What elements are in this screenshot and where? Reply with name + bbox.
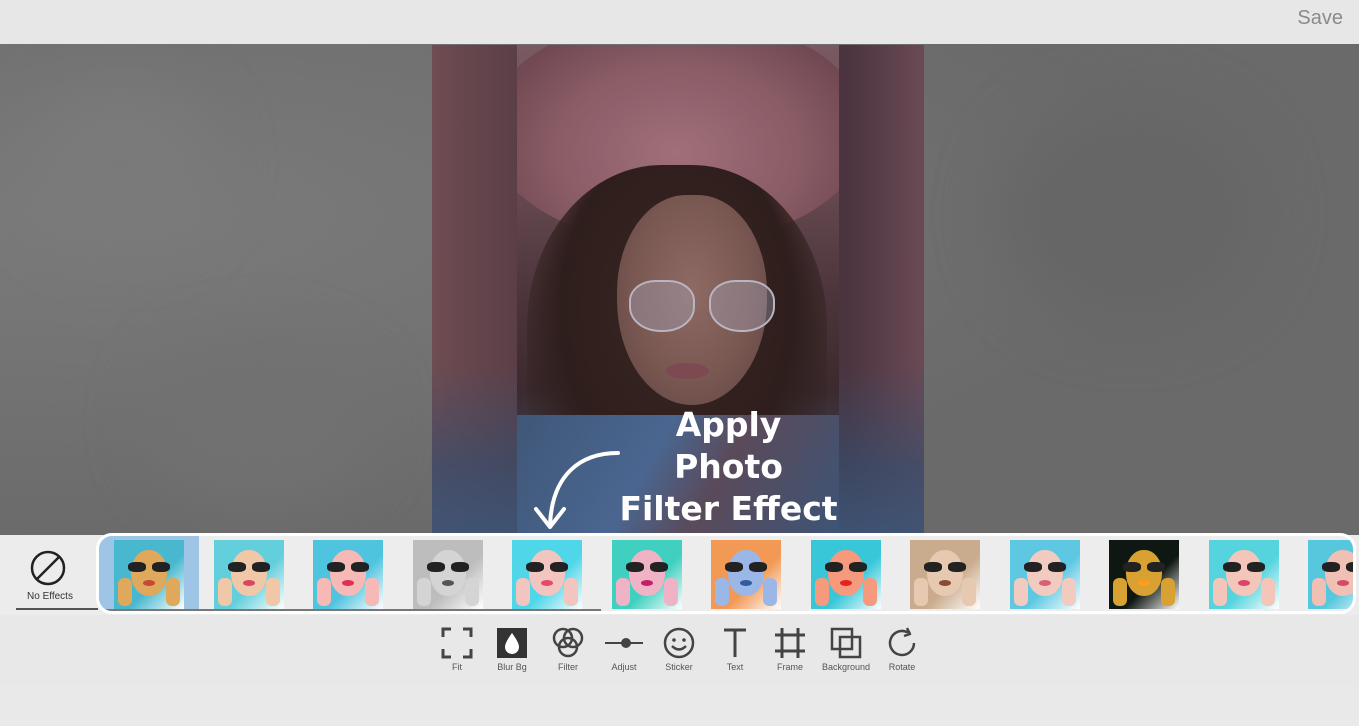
sunglasses xyxy=(1023,562,1066,572)
no-effects-button[interactable]: No Effects xyxy=(16,540,98,610)
sunglasses xyxy=(725,562,767,572)
smiley-icon xyxy=(663,627,695,659)
save-button[interactable]: Save xyxy=(1297,7,1343,30)
sunglasses xyxy=(426,562,469,572)
filter-thumbnail-1[interactable] xyxy=(114,540,184,609)
no-effect-icon xyxy=(30,550,66,586)
filter-thumbnail-10[interactable] xyxy=(1009,540,1080,609)
sunglasses xyxy=(327,562,369,572)
lips xyxy=(665,363,709,379)
sunglasses xyxy=(128,562,170,572)
tool-label: Adjust xyxy=(611,662,637,672)
tool-background[interactable]: Background xyxy=(818,622,874,676)
filter-circles-icon xyxy=(552,627,584,658)
glasses-left-lens xyxy=(629,280,695,332)
filter-thumbnail-3[interactable] xyxy=(313,540,383,609)
frame-icon xyxy=(775,628,805,658)
tool-label: Filter xyxy=(558,662,578,672)
filter-thumbnail-12[interactable] xyxy=(1208,540,1279,609)
filter-thumbnail-6[interactable] xyxy=(611,540,682,609)
tool-frame[interactable]: Frame xyxy=(762,622,818,676)
tool-label: Rotate xyxy=(888,662,916,672)
tool-label: Text xyxy=(726,662,744,672)
sunglasses xyxy=(625,562,668,572)
text-icon xyxy=(724,628,746,657)
sunglasses xyxy=(924,562,966,572)
adjust-slider-icon xyxy=(605,638,643,648)
sunglasses xyxy=(526,562,568,572)
tool-fit[interactable]: Fit xyxy=(429,622,485,676)
promo-caption: Apply Photo Filter Effect xyxy=(616,404,841,530)
sunglasses xyxy=(1222,562,1265,572)
sunglasses xyxy=(1322,562,1353,572)
tool-rotate[interactable]: Rotate xyxy=(874,622,930,676)
filter-thumbnail-11[interactable] xyxy=(1109,540,1179,609)
filter-thumbnail-8[interactable] xyxy=(810,540,881,609)
top-bar: Save xyxy=(0,0,1359,44)
tool-label: Background xyxy=(821,662,871,672)
filter-thumbnail-2[interactable] xyxy=(213,540,284,609)
sunglasses xyxy=(1123,562,1165,572)
tool-label: Blur Bg xyxy=(497,662,527,672)
caption-line-2: Filter Effect xyxy=(619,489,838,528)
tool-filter[interactable]: Filter xyxy=(540,622,596,676)
sunglasses xyxy=(227,562,270,572)
filter-thumbnail-5[interactable] xyxy=(512,540,582,609)
filter-thumbnail-9[interactable] xyxy=(910,540,980,609)
tool-sticker[interactable]: Sticker xyxy=(651,622,707,676)
layers-icon xyxy=(830,627,862,659)
no-effects-label: No Effects xyxy=(27,591,73,602)
sunglasses xyxy=(824,562,867,572)
rotate-icon xyxy=(888,627,916,657)
caption-line-1: Apply Photo xyxy=(674,405,783,486)
tool-label: Fit xyxy=(452,662,462,672)
filter-thumbnails-row[interactable] xyxy=(96,533,1356,614)
filter-thumbnail-7[interactable] xyxy=(711,540,781,609)
blur-drop-icon xyxy=(497,628,527,658)
curved-arrow-icon xyxy=(534,451,620,529)
tool-label: Sticker xyxy=(665,662,693,672)
glasses-right-lens xyxy=(709,280,775,332)
filter-thumbnail-13[interactable] xyxy=(1308,540,1353,609)
tool-label: Frame xyxy=(776,662,803,672)
fit-icon xyxy=(441,627,473,659)
filter-thumbnail-4[interactable] xyxy=(412,540,483,609)
tool-adjust[interactable]: Adjust xyxy=(596,622,652,676)
tool-text[interactable]: Text xyxy=(707,622,763,676)
tool-blur-bg[interactable]: Blur Bg xyxy=(484,622,540,676)
